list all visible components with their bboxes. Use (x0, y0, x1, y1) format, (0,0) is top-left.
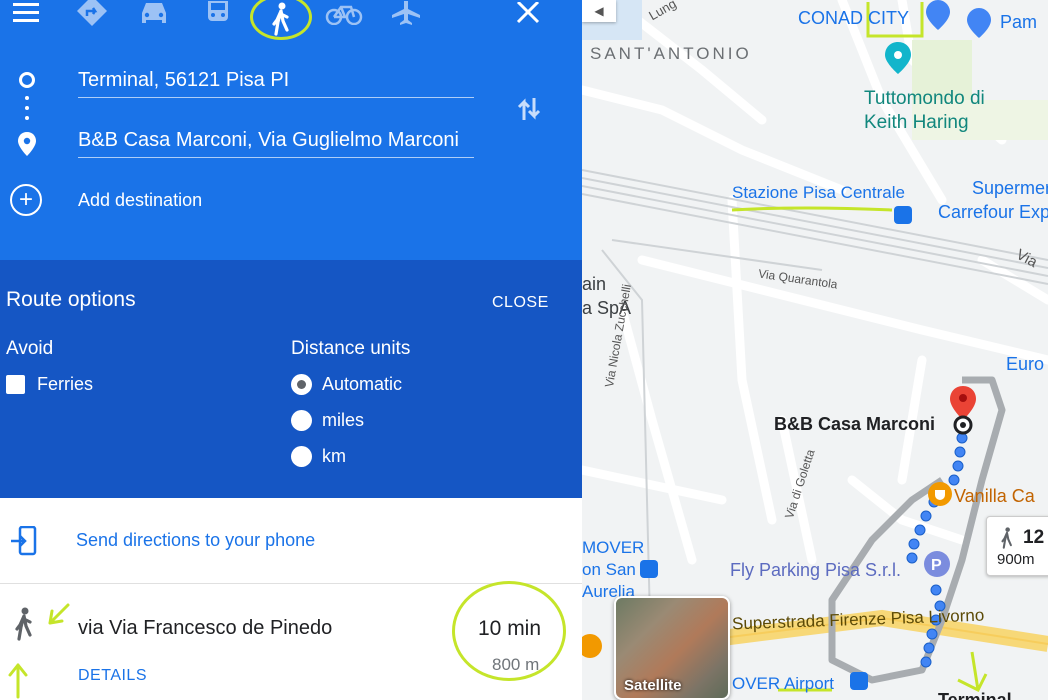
map-poi-label[interactable]: on San (582, 560, 636, 580)
add-destination-button[interactable]: Add destination (78, 190, 202, 211)
map-poi-label[interactable]: Carrefour Express (938, 202, 1048, 223)
map-poi-label[interactable]: Pam (1000, 12, 1037, 33)
unit-automatic-label: Automatic (322, 374, 403, 394)
map-poi-label[interactable]: CONAD CITY (798, 8, 909, 29)
map-canvas[interactable]: P ◀ Lung CONAD CITY Pam SANT'ANTONIO Tut… (582, 0, 1048, 700)
map-station-label[interactable]: Stazione Pisa Centrale (732, 183, 905, 203)
add-circle-icon[interactable]: + (10, 184, 42, 216)
route-duration-chip[interactable]: 12 900m (986, 516, 1048, 576)
collapse-panel-button[interactable]: ◀ (582, 0, 616, 22)
chip-distance: 900m (997, 551, 1035, 568)
route-dot-connector (25, 96, 29, 100)
map-destination-label[interactable]: B&B Casa Marconi (774, 414, 935, 435)
map-poi-label[interactable]: Supermercato (972, 178, 1048, 199)
map-poi-label[interactable]: OVER Airport (732, 674, 834, 694)
map-poi-label[interactable]: MOVER (582, 538, 644, 558)
unit-miles-label: miles (322, 410, 365, 430)
unit-automatic-option[interactable]: Automatic (291, 374, 402, 395)
satellite-label: Satellite (624, 677, 682, 694)
satellite-layer-toggle[interactable]: Satellite (614, 596, 730, 700)
route-result-item[interactable]: via Via Francesco de Pinedo DETAILS 10 m… (0, 581, 582, 700)
svg-text:P: P (931, 557, 942, 574)
map-poi-label: ain (582, 274, 607, 294)
route-dot-connector (25, 116, 29, 120)
send-to-phone-icon (10, 525, 38, 561)
train-icon[interactable] (198, 0, 238, 26)
map-poi-label[interactable]: Keith Haring (864, 112, 969, 134)
unit-km-option[interactable]: km (291, 446, 346, 467)
map-poi-label[interactable]: Tuttomondo di (864, 88, 985, 110)
map-district-label: SANT'ANTONIO (590, 44, 752, 63)
route-details-button[interactable]: DETAILS (78, 667, 147, 685)
origin-marker-icon (19, 72, 35, 88)
directions-header: + Add destination (0, 0, 582, 260)
car-icon[interactable] (134, 0, 174, 26)
route-duration: 10 min (478, 617, 542, 640)
avoid-label: Avoid (6, 338, 54, 359)
destination-pin-icon (950, 386, 976, 435)
destination-pin-icon (17, 132, 37, 161)
swap-vertical-icon[interactable] (512, 92, 546, 126)
map-poi-label[interactable]: Fly Parking Pisa S.r.l. (730, 560, 901, 581)
distance-units-label: Distance units (291, 338, 411, 359)
send-to-phone-row[interactable]: Send directions to your phone (0, 498, 582, 584)
chip-duration: 12 (1023, 527, 1045, 548)
walking-person-icon (999, 527, 1015, 554)
route-distance: 800 m (492, 655, 540, 674)
unit-miles-option[interactable]: miles (291, 410, 364, 431)
unit-km-label: km (322, 446, 346, 466)
unit-miles-radio[interactable] (291, 410, 312, 431)
bicycle-icon[interactable] (324, 0, 364, 26)
avoid-ferries-option[interactable]: Ferries (6, 374, 93, 395)
map-poi-label[interactable]: Euro (1006, 354, 1044, 375)
route-options-title: Route options (6, 288, 136, 311)
map-poi-label[interactable]: Vanilla Ca (954, 486, 1035, 507)
ferries-checkbox[interactable] (6, 375, 25, 394)
destination-input[interactable] (78, 124, 474, 158)
map-poi-label[interactable]: Terminal (938, 690, 1012, 700)
route-options-close-button[interactable]: CLOSE (492, 294, 549, 312)
unit-km-radio[interactable] (291, 446, 312, 467)
directions-panel: + Add destination Route options CLOSE Av… (0, 0, 582, 700)
directions-diamond-icon[interactable] (72, 0, 112, 26)
airplane-icon[interactable] (386, 0, 426, 26)
route-options-panel: Route options CLOSE Avoid Ferries Distan… (0, 260, 582, 498)
walking-person-icon (12, 607, 36, 646)
route-via-label: via Via Francesco de Pinedo (78, 617, 333, 639)
hamburger-menu-icon[interactable] (6, 0, 46, 26)
origin-input[interactable] (78, 64, 474, 98)
close-icon[interactable] (508, 0, 548, 26)
route-dot-connector (25, 106, 29, 110)
send-directions-link[interactable]: Send directions to your phone (76, 530, 315, 551)
unit-automatic-radio[interactable] (291, 374, 312, 395)
walking-person-icon[interactable] (258, 0, 304, 38)
ferries-label: Ferries (37, 374, 94, 394)
